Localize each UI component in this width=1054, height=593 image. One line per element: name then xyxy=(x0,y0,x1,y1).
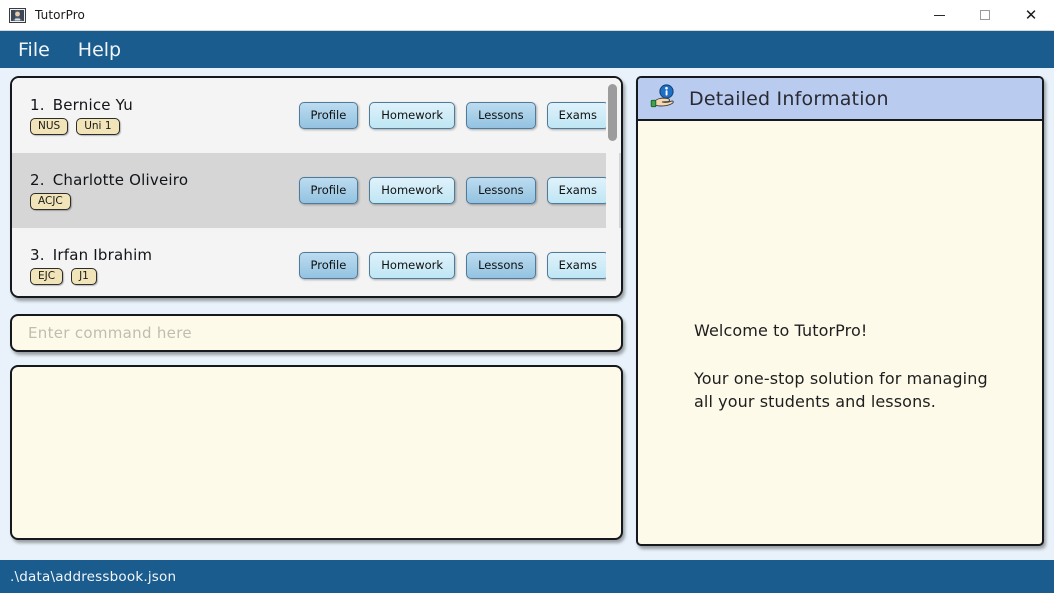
exams-button[interactable]: Exams xyxy=(546,177,609,204)
student-row[interactable]: 3. Irfan Ibrahim EJC J1 Profile Homework Lesso… xyxy=(12,228,621,296)
student-name: 3. Irfan Ibrahim xyxy=(30,246,299,264)
detail-panel-title: Detailed Information xyxy=(689,87,889,110)
welcome-heading: Welcome to TutorPro! xyxy=(694,321,868,340)
tutor-person-icon xyxy=(9,7,26,24)
close-icon: ✕ xyxy=(1024,5,1038,24)
profile-button[interactable]: Profile xyxy=(298,177,359,204)
student-list-scrollbar[interactable] xyxy=(606,80,619,296)
minimize-icon xyxy=(933,15,945,16)
student-tag: Uni 1 xyxy=(76,118,120,135)
homework-button[interactable]: Homework xyxy=(369,177,456,204)
welcome-body: Your one-stop solution for managing all … xyxy=(694,369,988,412)
status-bar: .\data\addressbook.json xyxy=(0,560,1054,593)
homework-button[interactable]: Homework xyxy=(369,102,456,129)
student-name: 1. Bernice Yu xyxy=(30,96,299,114)
student-index: 1. xyxy=(30,96,45,114)
profile-button[interactable]: Profile xyxy=(298,252,359,279)
exams-button[interactable]: Exams xyxy=(546,102,609,129)
student-list-panel: 1. Bernice Yu NUS Uni 1 Profile Homework Lesso… xyxy=(10,76,623,298)
status-bar-file-path: .\data\addressbook.json xyxy=(10,568,177,585)
command-input-box[interactable]: Enter command here xyxy=(10,314,623,352)
student-tag-list: ACJC xyxy=(30,193,299,210)
exams-button[interactable]: Exams xyxy=(546,252,609,279)
student-name-text: Charlotte Oliveiro xyxy=(52,171,189,189)
detail-panel-header: Detailed Information xyxy=(638,78,1042,121)
detailed-information-panel: Detailed Information Welcome to TutorPro… xyxy=(636,76,1044,546)
lessons-button[interactable]: Lessons xyxy=(466,252,536,279)
menu-item-file[interactable]: File xyxy=(14,38,54,62)
student-name-text: Bernice Yu xyxy=(52,96,134,114)
profile-button[interactable]: Profile xyxy=(298,102,359,129)
window-title: TutorPro xyxy=(35,8,85,22)
maximize-button[interactable] xyxy=(962,0,1008,31)
student-row-info: 1. Bernice Yu NUS Uni 1 xyxy=(30,96,299,135)
window-controls: ✕ xyxy=(916,0,1054,31)
lessons-button[interactable]: Lessons xyxy=(466,177,536,204)
student-row-info: 3. Irfan Ibrahim EJC J1 xyxy=(30,246,299,285)
student-row[interactable]: 2. Charlotte Oliveiro ACJC Profile Homework L… xyxy=(12,153,621,228)
hand-info-icon xyxy=(650,83,678,115)
menu-bar: File Help xyxy=(0,31,1054,68)
student-name-text: Irfan Ibrahim xyxy=(52,246,153,264)
student-tag: EJC xyxy=(30,268,64,285)
student-tag: NUS xyxy=(30,118,69,135)
result-display-box xyxy=(10,365,623,540)
welcome-message: Welcome to TutorPro! Your one-stop solut… xyxy=(694,321,1014,413)
student-list[interactable]: 1. Bernice Yu NUS Uni 1 Profile Homework Lesso… xyxy=(12,78,621,296)
student-index: 2. xyxy=(30,171,45,189)
left-column: 1. Bernice Yu NUS Uni 1 Profile Homework Lesso… xyxy=(10,76,623,540)
student-row[interactable]: 1. Bernice Yu NUS Uni 1 Profile Homework Lesso… xyxy=(12,78,621,153)
title-bar: TutorPro ✕ xyxy=(0,0,1054,31)
close-button[interactable]: ✕ xyxy=(1008,0,1054,31)
student-name: 2. Charlotte Oliveiro xyxy=(30,171,299,189)
student-tag-list: EJC J1 xyxy=(30,268,299,285)
student-action-buttons: Profile Homework Lessons Exams xyxy=(298,102,609,129)
student-tag-list: NUS Uni 1 xyxy=(30,118,299,135)
student-action-buttons: Profile Homework Lessons Exams xyxy=(298,252,609,279)
menu-item-help[interactable]: Help xyxy=(74,38,125,62)
homework-button[interactable]: Homework xyxy=(369,252,456,279)
application-window: TutorPro ✕ File Help 1. Bernice Yu NUS Uni … xyxy=(0,0,1054,593)
student-index: 3. xyxy=(30,246,45,264)
lessons-button[interactable]: Lessons xyxy=(466,102,536,129)
student-tag: J1 xyxy=(71,268,97,285)
scrollbar-thumb[interactable] xyxy=(608,84,617,141)
student-row-info: 2. Charlotte Oliveiro ACJC xyxy=(30,171,299,210)
maximize-icon xyxy=(980,10,990,20)
detail-panel-body: Welcome to TutorPro! Your one-stop solut… xyxy=(638,121,1042,544)
student-action-buttons: Profile Homework Lessons Exams xyxy=(298,177,609,204)
command-input-placeholder: Enter command here xyxy=(28,324,192,342)
student-tag: ACJC xyxy=(30,193,71,210)
minimize-button[interactable] xyxy=(916,0,962,31)
